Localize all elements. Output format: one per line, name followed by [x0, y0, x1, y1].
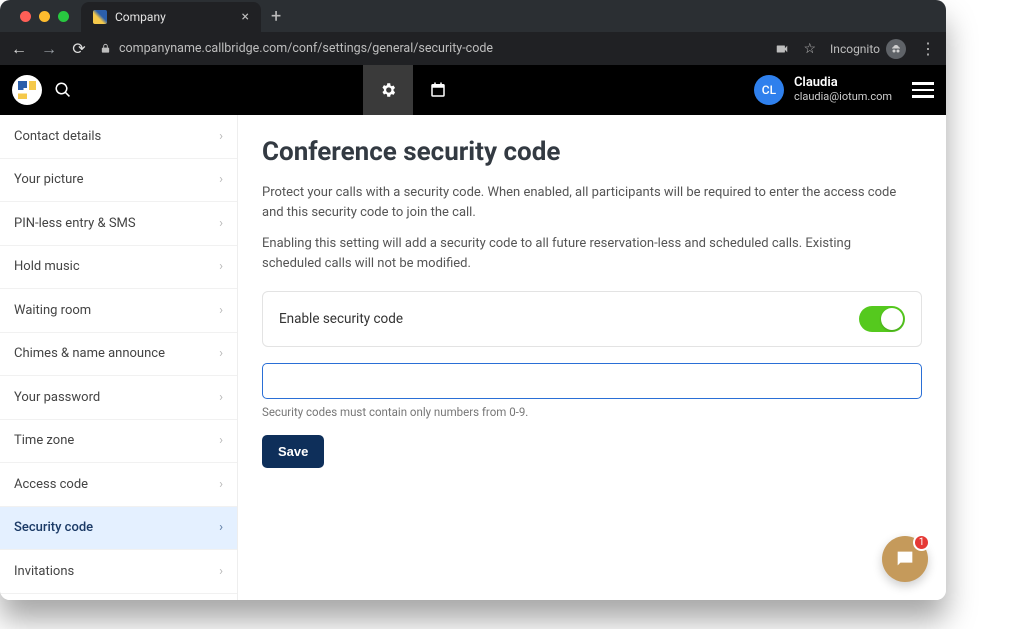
browser-right-icons: ☆ Incognito ⋮	[775, 39, 936, 59]
user-name: Claudia	[794, 76, 892, 91]
search-icon[interactable]	[54, 81, 72, 99]
chevron-right-icon: ›	[219, 172, 223, 187]
sidebar-item-pin-less-entry-sms[interactable]: PIN-less entry & SMS ›	[0, 202, 237, 246]
sidebar-item-label: Invitations	[14, 564, 74, 579]
app-header: CL Claudia claudia@iotum.com	[0, 65, 946, 115]
chevron-right-icon: ›	[219, 216, 223, 231]
tab-favicon	[93, 10, 107, 24]
security-code-input[interactable]	[262, 363, 922, 399]
chevron-right-icon: ›	[219, 259, 223, 274]
address-bar: ← → ⟳ companyname.callbridge.com/conf/se…	[0, 32, 946, 65]
sidebar-item-chimes-name-announce[interactable]: Chimes & name announce ›	[0, 333, 237, 377]
sidebar-item-label: Contact details	[14, 129, 101, 144]
new-tab-button[interactable]: +	[261, 6, 291, 27]
calendar-button[interactable]	[413, 65, 463, 115]
avatar: CL	[754, 75, 784, 105]
forward-button[interactable]: →	[40, 39, 58, 59]
enable-security-code-row: Enable security code	[262, 291, 922, 347]
url-field[interactable]: companyname.callbridge.com/conf/settings…	[100, 41, 763, 56]
maximize-window-icon[interactable]	[58, 11, 69, 22]
hamburger-menu-icon[interactable]	[912, 82, 934, 98]
page-description-1: Protect your calls with a security code.…	[262, 183, 902, 222]
main-pane: Conference security code Protect your ca…	[238, 115, 946, 600]
url-text: companyname.callbridge.com/conf/settings…	[119, 41, 493, 56]
sidebar-item-label: Waiting room	[14, 303, 91, 318]
sidebar-item-waiting-room[interactable]: Waiting room ›	[0, 289, 237, 333]
enable-security-code-toggle[interactable]	[859, 306, 905, 332]
bookmark-star-icon[interactable]: ☆	[803, 41, 816, 57]
sidebar-item-time-zone[interactable]: Time zone ›	[0, 420, 237, 464]
chevron-right-icon: ›	[219, 520, 223, 535]
back-button[interactable]: ←	[10, 39, 28, 59]
toggle-label: Enable security code	[279, 311, 403, 327]
incognito-icon	[886, 39, 906, 59]
sidebar-item-label: Access code	[14, 477, 88, 492]
sidebar-item-contact-details[interactable]: Contact details ›	[0, 115, 237, 159]
camera-icon[interactable]	[775, 42, 789, 56]
app-body: Contact details›Your picture›PIN-less en…	[0, 115, 946, 600]
sidebar-item-your-password[interactable]: Your password ›	[0, 376, 237, 420]
sidebar-item-access-code[interactable]: Access code ›	[0, 463, 237, 507]
chevron-right-icon: ›	[219, 390, 223, 405]
window-controls	[8, 0, 81, 32]
chat-badge: 1	[913, 534, 930, 551]
minimize-window-icon[interactable]	[39, 11, 50, 22]
chevron-right-icon: ›	[219, 477, 223, 492]
user-menu[interactable]: CL Claudia claudia@iotum.com	[754, 75, 892, 105]
sidebar-item-security-code[interactable]: Security code ›	[0, 507, 237, 551]
app-logo[interactable]	[12, 75, 42, 105]
settings-gear-button[interactable]	[363, 65, 413, 115]
incognito-label: Incognito	[830, 42, 880, 56]
chevron-right-icon: ›	[219, 129, 223, 144]
browser-menu-icon[interactable]: ⋮	[920, 41, 936, 57]
page-title: Conference security code	[262, 137, 922, 167]
reload-button[interactable]: ⟳	[70, 39, 88, 58]
sidebar-item-invitations[interactable]: Invitations ›	[0, 550, 237, 594]
chevron-right-icon: ›	[219, 303, 223, 318]
sidebar-item-label: Time zone	[14, 433, 74, 448]
avatar-initials: CL	[762, 83, 776, 97]
settings-sidebar: Contact details›Your picture›PIN-less en…	[0, 115, 238, 600]
tab-strip: Company × +	[0, 0, 946, 32]
sidebar-item-label: Your picture	[14, 172, 83, 187]
sidebar-item-label: Hold music	[14, 259, 80, 274]
browser-chrome: Company × + ← → ⟳ companyname.callbridge…	[0, 0, 946, 65]
chevron-right-icon: ›	[219, 346, 223, 361]
tab-close-icon[interactable]: ×	[242, 10, 249, 24]
lock-icon	[100, 43, 111, 54]
chevron-right-icon: ›	[219, 564, 223, 579]
sidebar-item-hold-music[interactable]: Hold music ›	[0, 246, 237, 290]
user-text: Claudia claudia@iotum.com	[794, 76, 892, 104]
sidebar-item-label: PIN-less entry & SMS	[14, 216, 136, 231]
page-description-2: Enabling this setting will add a securit…	[262, 234, 902, 273]
close-window-icon[interactable]	[20, 11, 31, 22]
save-button[interactable]: Save	[262, 435, 324, 468]
sidebar-item-your-picture[interactable]: Your picture ›	[0, 159, 237, 203]
input-hint: Security codes must contain only numbers…	[262, 405, 922, 419]
chat-bubble-button[interactable]: 1	[882, 536, 928, 582]
tab-title: Company	[115, 10, 166, 24]
incognito-indicator: Incognito	[830, 39, 906, 59]
sidebar-item-label: Security code	[14, 520, 93, 535]
sidebar-item-label: Chimes & name announce	[14, 346, 165, 361]
browser-tab[interactable]: Company ×	[81, 2, 261, 32]
user-email: claudia@iotum.com	[794, 91, 892, 104]
header-center	[84, 65, 742, 115]
sidebar-item-label: Your password	[14, 390, 100, 405]
chevron-right-icon: ›	[219, 433, 223, 448]
